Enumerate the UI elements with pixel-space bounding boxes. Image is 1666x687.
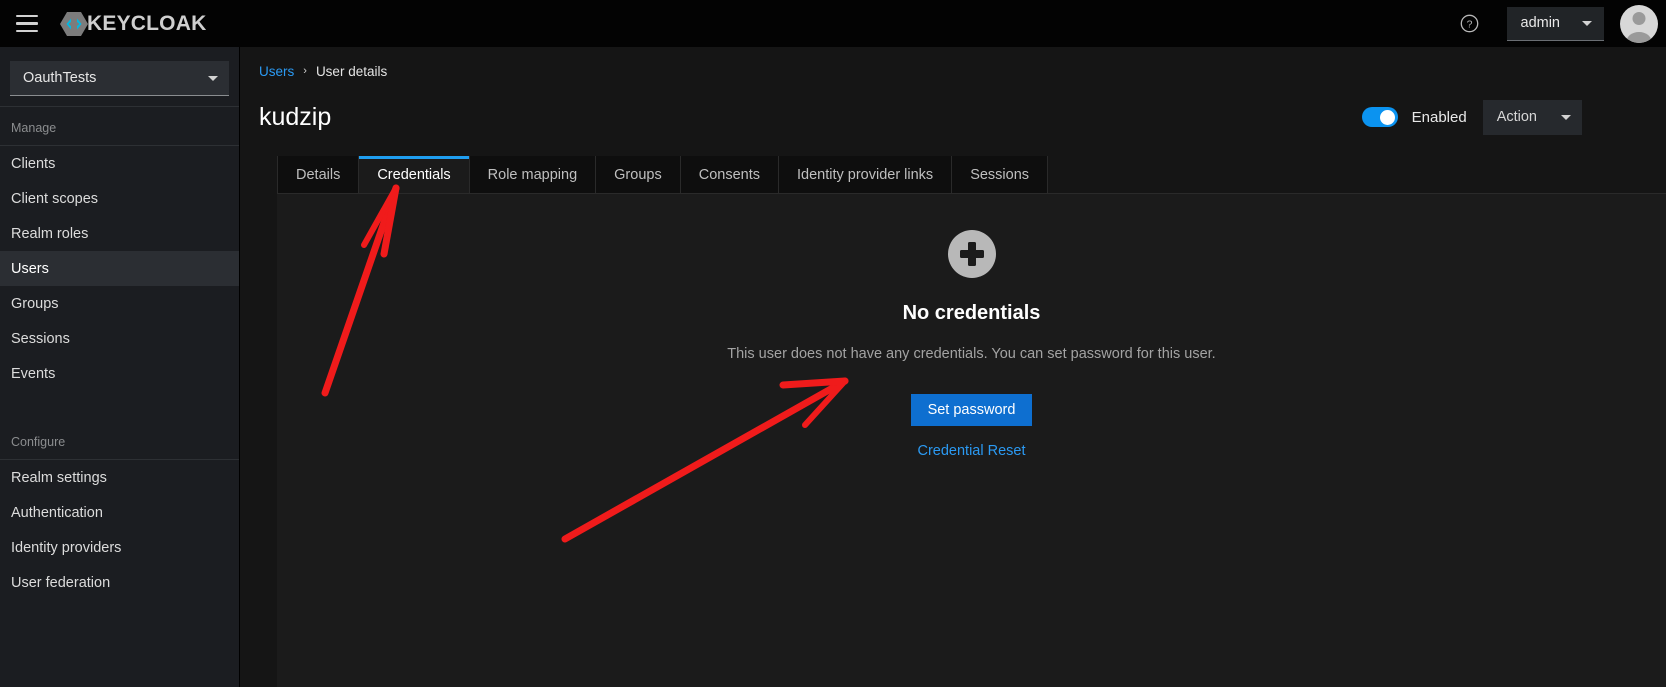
chevron-down-icon (1582, 20, 1592, 26)
sidebar-item-clients[interactable]: Clients (0, 146, 239, 181)
tab-consents[interactable]: Consents (680, 156, 779, 193)
sidebar-item-label: Client scopes (11, 190, 99, 207)
hamburger-bar (16, 14, 38, 18)
sidebar-item-identity-providers[interactable]: Identity providers (0, 530, 239, 565)
realm-selector-wrapper: OauthTests (0, 47, 239, 106)
tab-label: Identity provider links (796, 166, 934, 183)
credentials-panel: No credentials This user does not have a… (277, 194, 1666, 687)
sidebar-item-users[interactable]: Users (0, 251, 239, 286)
tab-groups[interactable]: Groups (596, 156, 681, 193)
tab-label: Role mapping (487, 166, 578, 183)
breadcrumb-separator-icon: › (303, 65, 307, 77)
sidebar-item-label: Realm roles (11, 225, 89, 242)
realm-selector[interactable]: OauthTests (10, 61, 229, 96)
main-content: Users › User details kudzip Enabled Acti… (241, 47, 1666, 687)
sidebar-item-label: Authentication (11, 504, 103, 521)
chevron-down-icon (1561, 114, 1571, 120)
page-title: kudzip (259, 102, 332, 131)
avatar[interactable] (1620, 4, 1658, 43)
sidebar-section-configure-label: Configure (11, 435, 66, 449)
sidebar-item-events[interactable]: Events (0, 356, 239, 391)
masthead: KEYCLOAK ? admin (0, 0, 1666, 47)
brand-logo[interactable]: KEYCLOAK (59, 9, 206, 39)
tab-identity-provider-links[interactable]: Identity provider links (778, 156, 953, 193)
tab-sessions[interactable]: Sessions (952, 156, 1049, 193)
admin-user-label: admin (1520, 15, 1561, 31)
tab-label: Credentials (377, 166, 451, 183)
sidebar-item-label: Realm settings (11, 469, 107, 486)
sidebar-item-sessions[interactable]: Sessions (0, 321, 239, 356)
brand-name: KEYCLOAK (87, 11, 207, 35)
tab-label: Consents (698, 166, 760, 183)
tab-label: Groups (614, 166, 662, 183)
sidebar-item-label: Sessions (11, 330, 70, 347)
empty-state: No credentials This user does not have a… (277, 194, 1666, 459)
help-circle-icon[interactable]: ? (1453, 7, 1487, 41)
empty-state-title: No credentials (902, 302, 1041, 324)
sidebar-section-manage-label: Manage (11, 121, 57, 135)
realm-selector-label: OauthTests (23, 70, 97, 86)
tab-label: Sessions (970, 166, 1030, 183)
keycloak-logo-icon (59, 9, 89, 39)
tab-label: Details (296, 166, 341, 183)
sidebar-item-label: Identity providers (11, 539, 122, 556)
empty-state-description: This user does not have any credentials.… (727, 346, 1216, 362)
enabled-toggle[interactable] (1361, 107, 1398, 127)
plus-circle-icon (947, 230, 996, 278)
action-dropdown-label: Action (1496, 109, 1537, 125)
page-header: Users › User details kudzip Enabled Acti… (241, 47, 1666, 137)
sidebar: OauthTests Manage Clients Client scopes … (0, 47, 240, 687)
breadcrumb-current: User details (315, 63, 388, 79)
tab-details[interactable]: Details (277, 156, 360, 193)
svg-text:?: ? (1467, 19, 1473, 31)
hamburger-bar (16, 22, 38, 25)
title-row: kudzip Enabled Action (259, 97, 1642, 137)
tab-role-mapping[interactable]: Role mapping (469, 156, 597, 193)
action-dropdown-button[interactable]: Action (1482, 99, 1582, 135)
credential-reset-link[interactable]: Credential Reset (918, 443, 1026, 459)
hamburger-icon[interactable] (4, 0, 50, 47)
enabled-toggle-label: Enabled (1411, 108, 1467, 126)
sidebar-item-label: Clients (11, 155, 56, 172)
enabled-toggle-group: Enabled (1361, 107, 1467, 127)
tab-credentials[interactable]: Credentials (359, 156, 470, 193)
sidebar-item-realm-settings[interactable]: Realm settings (0, 460, 239, 495)
set-password-button[interactable]: Set password (910, 394, 1033, 426)
sidebar-item-realm-roles[interactable]: Realm roles (0, 216, 239, 251)
keycloak-admin-console: KEYCLOAK ? admin OauthTests Manage Clien… (0, 0, 1666, 687)
sidebar-item-label: Users (11, 260, 49, 277)
masthead-toolbar: ? admin (1453, 0, 1666, 47)
hamburger-bar (16, 29, 38, 33)
sidebar-item-groups[interactable]: Groups (0, 286, 239, 321)
breadcrumb-link-users[interactable]: Users (259, 64, 294, 79)
chevron-down-icon (208, 75, 218, 81)
sidebar-item-authentication[interactable]: Authentication (0, 495, 239, 530)
page-header-actions: Enabled Action (1361, 99, 1642, 135)
sidebar-item-user-federation[interactable]: User federation (0, 565, 239, 600)
sidebar-item-label: User federation (11, 574, 111, 591)
sidebar-item-label: Events (11, 365, 56, 382)
admin-user-dropdown[interactable]: admin (1506, 6, 1604, 41)
sidebar-item-label: Groups (11, 295, 59, 312)
breadcrumb: Users › User details (259, 61, 1642, 81)
sidebar-item-client-scopes[interactable]: Client scopes (0, 181, 239, 216)
user-detail-tabs: Details Credentials Role mapping Groups … (277, 156, 1666, 194)
